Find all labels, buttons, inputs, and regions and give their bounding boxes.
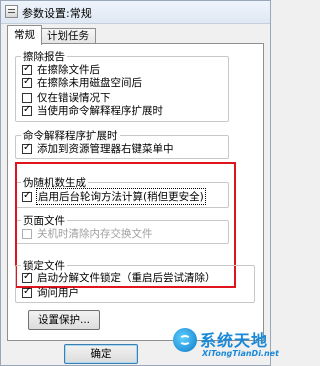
checkbox-box[interactable] <box>22 228 32 239</box>
checkbox-box[interactable] <box>22 76 32 88</box>
settings-protect-button[interactable]: 设置保护... <box>28 310 100 330</box>
checkbox-label: 关机时清除内存交换文件 <box>37 228 153 240</box>
checkbox-box[interactable] <box>22 286 32 298</box>
checkbox-box[interactable] <box>22 271 32 283</box>
checkbox-label: 在擦除未用磁盘空间后 <box>37 77 142 89</box>
app-icon <box>5 5 18 18</box>
group-shell-extension: 命令解释程序扩展时 添加到资源管理器右键菜单中 <box>15 128 229 159</box>
group-prng: 伪随机数生成 启用后台轮询方法计算(稍但更安全) <box>15 175 229 208</box>
window-title: 参数设置:常规 <box>22 7 92 20</box>
group-lock-file: 锁定文件 启动分解文件锁定（重启后尝试清除） 询问用户 <box>15 258 255 303</box>
title-bar[interactable]: 参数设置:常规 <box>1 1 270 24</box>
globe-logo-icon <box>173 328 197 352</box>
ok-button[interactable]: 确定 <box>64 344 138 364</box>
tab-panel-general: 擦除报告 在擦除文件后 在擦除未用磁盘空间后 仅在错误情况下 当使用命令解释程序… <box>7 43 264 341</box>
checkbox-label: 询问用户 <box>37 287 79 299</box>
checkbox-box[interactable] <box>22 92 32 103</box>
checkbox-box[interactable] <box>22 142 32 154</box>
checkbox-clear-swap-on-shutdown[interactable]: 关机时清除内存交换文件 <box>22 227 153 240</box>
checkbox-after-erase-free-space[interactable]: 在擦除未用磁盘空间后 <box>22 76 142 89</box>
checkbox-ask-user[interactable]: 询问用户 <box>22 286 79 299</box>
checkbox-label: 启动分解文件锁定（重启后尝试清除） <box>37 272 216 284</box>
checkbox-label: 当使用命令解释程序扩展时 <box>37 105 163 117</box>
checkbox-background-polling[interactable]: 启用后台轮询方法计算(稍但更安全) <box>22 188 206 205</box>
checkbox-enable-lock-resolution[interactable]: 启动分解文件锁定（重启后尝试清除） <box>22 271 216 284</box>
tab-strip: 常规 计划任务 <box>7 25 266 45</box>
watermark-subtitle: XiTongTianDi.net <box>202 349 279 358</box>
checkbox-box[interactable] <box>22 63 32 75</box>
checkbox-label: 启用后台轮询方法计算(稍但更安全) <box>36 188 206 205</box>
watermark: 系统天地 XiTongTianDi.net <box>173 324 279 364</box>
checkbox-add-to-explorer-menu[interactable]: 添加到资源管理器右键菜单中 <box>22 142 174 155</box>
group-legend: 伪随机数生成 <box>21 175 88 190</box>
group-page-file: 页面文件 关机时清除内存交换文件 <box>15 213 229 244</box>
checkbox-when-shell-extension[interactable]: 当使用命令解释程序扩展时 <box>22 104 163 117</box>
watermark-title: 系统天地 <box>200 331 269 350</box>
tab-general[interactable]: 常规 <box>7 25 42 45</box>
checkbox-box[interactable] <box>22 190 32 202</box>
checkbox-box[interactable] <box>22 104 32 116</box>
checkbox-label: 添加到资源管理器右键菜单中 <box>37 143 174 155</box>
tab-scheduled-tasks[interactable]: 计划任务 <box>40 28 96 44</box>
settings-window: 参数设置:常规 常规 计划任务 擦除报告 在擦除文件后 在擦除未用磁盘空间后 仅… <box>0 0 279 366</box>
group-erase-report: 擦除报告 在擦除文件后 在擦除未用磁盘空间后 仅在错误情况下 当使用命令解释程序… <box>15 49 229 122</box>
